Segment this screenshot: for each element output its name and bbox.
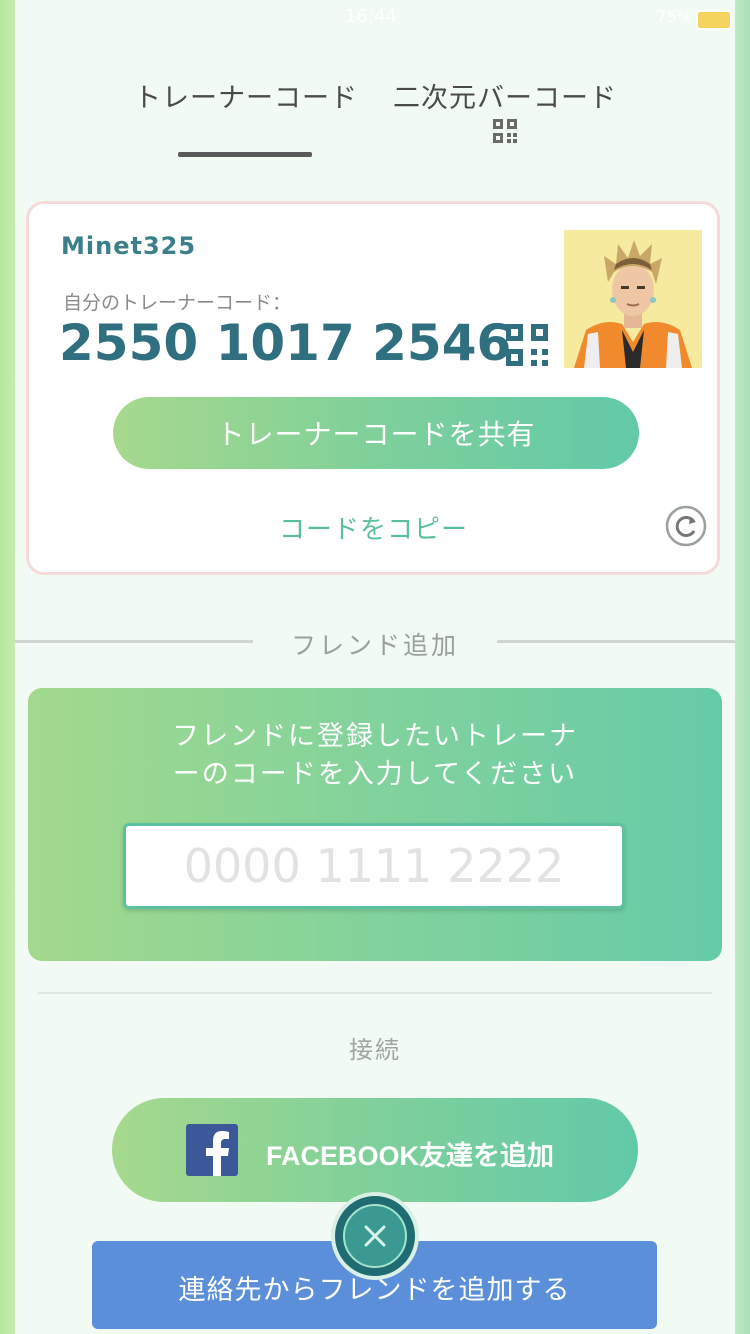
refresh-icon[interactable] [665, 505, 707, 547]
friend-code-prompt: フレンドに登録したいトレーナ ーのコードを入力してください [28, 718, 722, 794]
trainer-card: Minet325 自分のトレーナーコード： 2550 1017 2546 トレー… [26, 201, 720, 575]
qr-code-icon[interactable] [492, 118, 518, 144]
battery-icon [696, 10, 732, 30]
battery-percent: 75% [656, 7, 692, 26]
friend-code-input[interactable] [123, 823, 625, 909]
add-facebook-friends-button[interactable]: FACEBOOK友達を追加 [112, 1098, 638, 1202]
tab-trainer-code[interactable]: トレーナーコード [134, 76, 358, 115]
copy-code-link[interactable]: コードをコピー [279, 509, 468, 546]
trainer-code-value: 2550 1017 2546 [59, 314, 512, 372]
trainer-code-label: 自分のトレーナーコード： [63, 292, 292, 314]
active-tab-indicator [178, 152, 312, 157]
share-trainer-code-button[interactable]: トレーナーコードを共有 [113, 397, 639, 469]
divider-connect [38, 992, 712, 994]
trainer-avatar [564, 230, 702, 368]
connect-heading: 接続 [349, 1036, 401, 1064]
facebook-icon [186, 1124, 238, 1176]
close-icon [343, 1204, 407, 1268]
tab-qr-code[interactable]: 二次元バーコード [393, 76, 617, 115]
divider-left [15, 640, 253, 643]
trainer-username: Minet325 [61, 232, 197, 260]
status-time: 16:44 [345, 6, 397, 27]
friend-add-heading: フレンド追加 [291, 631, 460, 660]
facebook-button-label: FACEBOOK友達を追加 [266, 1141, 555, 1171]
friend-code-entry-panel: フレンドに登録したいトレーナ ーのコードを入力してください [28, 688, 722, 961]
divider-right [497, 640, 735, 643]
friend-code-prompt-line2: ーのコードを入力してください [172, 759, 578, 790]
qr-code-icon[interactable] [506, 324, 548, 366]
status-bar: 16:44 75% [0, 0, 750, 36]
close-button[interactable] [331, 1192, 419, 1280]
friend-code-prompt-line1: フレンドに登録したいトレーナ [172, 721, 578, 752]
